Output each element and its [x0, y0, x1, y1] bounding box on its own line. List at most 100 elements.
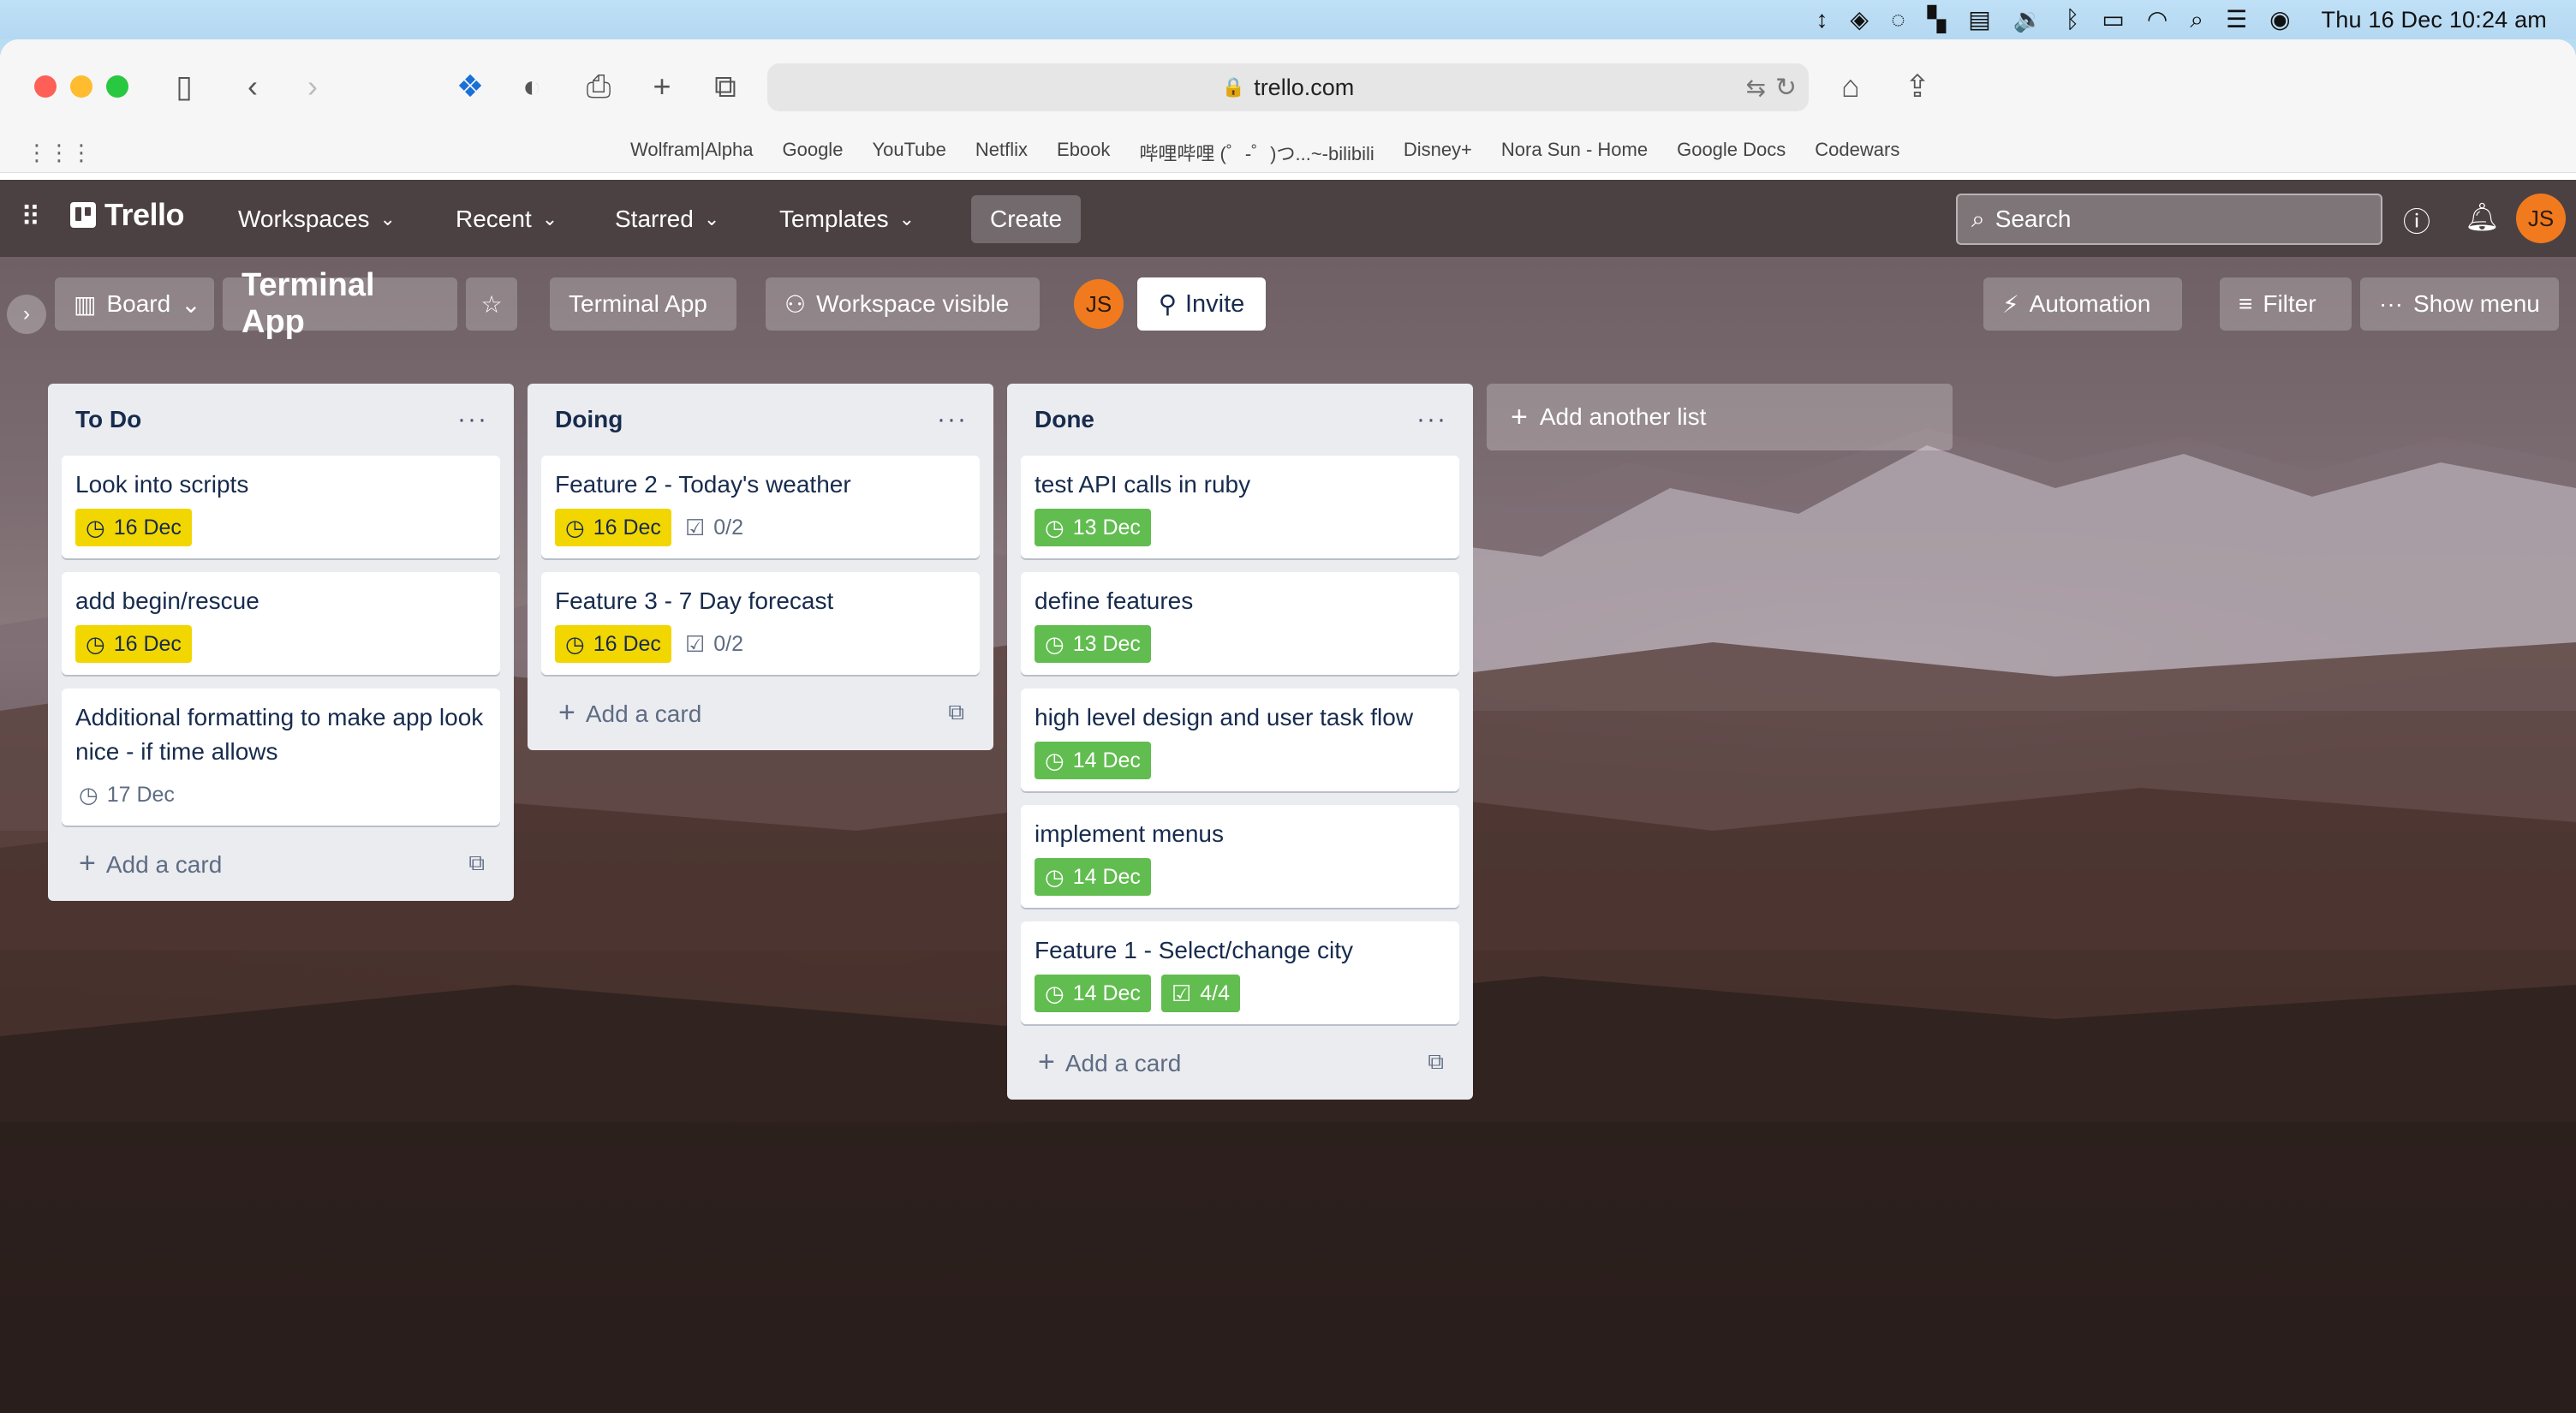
card[interactable]: implement menus ◷ 14 Dec [1021, 805, 1459, 908]
due-date-badge[interactable]: ◷ 17 Dec [75, 776, 185, 814]
list-title[interactable]: Done [1035, 406, 1094, 433]
bookmark-item[interactable]: Nora Sun - Home [1501, 139, 1648, 166]
siri-icon[interactable]: ◉ [2269, 8, 2290, 32]
due-date-badge[interactable]: ◷ 16 Dec [555, 625, 671, 663]
due-date-badge[interactable]: ◷ 13 Dec [1035, 625, 1151, 663]
nav-workspaces[interactable]: Workspaces ⌄ [238, 200, 396, 238]
arrows-updown-icon[interactable]: ↕ [1816, 8, 1828, 32]
due-date-text: 14 Dec [1072, 981, 1141, 1005]
nav-recent[interactable]: Recent ⌄ [456, 200, 558, 238]
zoom-window-button[interactable] [106, 75, 128, 98]
bookmark-item[interactable]: Wolfram|Alpha [630, 139, 753, 166]
list-to-do[interactable]: To Do ··· Look into scripts ◷ 16 Dec add begi… [48, 384, 514, 901]
info-icon[interactable]: ⓘ [2403, 200, 2430, 240]
spotlight-icon[interactable]: ⌕ [2190, 8, 2203, 32]
flag-icon[interactable]: ▤ [1968, 8, 1990, 32]
bookmark-item[interactable]: Netflix [975, 139, 1028, 166]
due-date-badge[interactable]: ◷ 16 Dec [75, 625, 192, 663]
card[interactable]: define features ◷ 13 Dec [1021, 572, 1459, 675]
filter-button[interactable]: ≡ Filter [2220, 277, 2352, 331]
add-another-list-button[interactable]: + Add another list [1487, 384, 1953, 450]
due-date-badge[interactable]: ◷ 16 Dec [75, 509, 192, 546]
visibility-button[interactable]: ⚇ Workspace visible [766, 277, 1040, 331]
list-done[interactable]: Done ··· test API calls in ruby ◷ 13 Dec defi… [1007, 384, 1473, 1100]
home-icon[interactable]: ⌂ [1828, 63, 1874, 110]
tab-overview-icon[interactable]: ⧉ [702, 63, 748, 110]
minimize-window-button[interactable] [70, 75, 92, 98]
card-template-icon[interactable]: ⧉ [1428, 1048, 1444, 1076]
bookmark-item[interactable]: Ebook [1057, 139, 1110, 166]
card[interactable]: Additional formatting to make app look n… [62, 689, 500, 826]
list-menu-icon[interactable]: ··· [457, 405, 488, 434]
reload-icon[interactable]: ↻ [1775, 73, 1797, 103]
card[interactable]: Feature 2 - Today's weather ◷ 16 Dec ☑ 0/2 [541, 456, 980, 558]
list-menu-icon[interactable]: ··· [937, 405, 968, 434]
star-board-button[interactable]: ☆ [466, 277, 517, 331]
invite-button[interactable]: ⚲ Invite [1137, 277, 1266, 331]
trello-logo[interactable]: Trello [70, 197, 185, 233]
bookmark-item[interactable]: Codewars [1815, 139, 1899, 166]
add-card-button[interactable]: + Add a card ⧉ [1021, 1038, 1459, 1086]
forward-icon[interactable]: › [289, 63, 336, 110]
bell-icon[interactable]: 🔔︎ [2465, 200, 2500, 233]
share-icon[interactable]: ⇪ [1894, 63, 1941, 110]
due-date-badge[interactable]: ◷ 13 Dec [1035, 509, 1151, 546]
workspace-button[interactable]: Terminal App [550, 277, 736, 331]
card[interactable]: test API calls in ruby ◷ 13 Dec [1021, 456, 1459, 558]
spinner-icon[interactable]: ◌ [1891, 8, 1905, 32]
due-date-badge[interactable]: ◷ 14 Dec [1035, 858, 1151, 896]
create-button[interactable]: Create [971, 195, 1081, 243]
board-view-switcher[interactable]: ▥ Board ⌄ [55, 277, 214, 331]
card[interactable]: add begin/rescue ◷ 16 Dec [62, 572, 500, 675]
bookmark-item[interactable]: Disney+ [1404, 139, 1472, 166]
control-center-icon[interactable]: ☰ [2226, 8, 2247, 32]
translate-icon[interactable]: ⇆ [1746, 74, 1766, 102]
card[interactable]: high level design and user task flow ◷ 14 … [1021, 689, 1459, 791]
due-date-badge[interactable]: ◷ 14 Dec [1035, 975, 1151, 1012]
list-title[interactable]: To Do [75, 406, 141, 433]
user-avatar[interactable]: JS [2516, 194, 2566, 243]
nav-templates[interactable]: Templates ⌄ [779, 200, 915, 238]
layout-icon[interactable]: ▚ [1928, 8, 1947, 32]
list-menu-icon[interactable]: ··· [1416, 405, 1447, 434]
sidebar-toggle-icon[interactable]: ▯ [161, 63, 207, 110]
dropbox-icon[interactable]: ◈ [1851, 8, 1869, 32]
bookmark-item[interactable]: 哔哩哔哩 (゜-゜)つ...~-bilibili [1139, 139, 1374, 166]
menubar-clock[interactable]: Thu 16 Dec 10:24 am [2322, 7, 2547, 33]
extension-icon[interactable]: ❖ [447, 63, 493, 110]
app-switcher-icon[interactable]: ⠿ [21, 200, 40, 233]
automation-button[interactable]: ⚡︎ Automation [1983, 277, 2182, 331]
privacy-shield-icon[interactable]: ◐ [509, 63, 555, 110]
bookmark-item[interactable]: Google [782, 139, 843, 166]
search-input[interactable]: ⌕ Search [1956, 194, 2382, 245]
card[interactable]: Look into scripts ◷ 16 Dec [62, 456, 500, 558]
filter-icon: ≡ [2239, 290, 2253, 317]
card[interactable]: Feature 1 - Select/change city ◷ 14 Dec ☑ 4/… [1021, 921, 1459, 1024]
print-icon[interactable]: ⎙ [575, 63, 622, 110]
address-bar[interactable]: 🔒 trello.com ⇆ ↻ [767, 63, 1809, 111]
bluetooth-icon[interactable]: ᛒ [2066, 8, 2080, 32]
card-template-icon[interactable]: ⧉ [468, 850, 485, 877]
show-menu-button[interactable]: ··· Show menu [2360, 277, 2559, 331]
card[interactable]: Feature 3 - 7 Day forecast ◷ 16 Dec ☑ 0/2 [541, 572, 980, 675]
new-tab-icon[interactable]: + [639, 63, 685, 110]
due-date-badge[interactable]: ◷ 14 Dec [1035, 742, 1151, 779]
close-window-button[interactable] [34, 75, 57, 98]
battery-icon[interactable]: ▭ [2102, 8, 2124, 32]
card-template-icon[interactable]: ⧉ [948, 699, 964, 726]
due-date-badge[interactable]: ◷ 16 Dec [555, 509, 671, 546]
list-doing[interactable]: Doing ··· Feature 2 - Today's weather ◷ 16 D… [528, 384, 993, 750]
back-icon[interactable]: ‹ [230, 63, 276, 110]
volume-icon[interactable]: 🔉 [2013, 8, 2043, 32]
board-title[interactable]: Terminal App [223, 267, 457, 340]
nav-starred[interactable]: Starred ⌄ [615, 200, 719, 238]
list-title[interactable]: Doing [555, 406, 623, 433]
add-card-button[interactable]: + Add a card ⧉ [62, 839, 500, 887]
bookmark-item[interactable]: YouTube [872, 139, 945, 166]
member-avatar[interactable]: JS [1074, 279, 1124, 329]
bookmark-item[interactable]: Google Docs [1677, 139, 1786, 166]
grid-icon[interactable]: ⋮⋮⋮ [26, 140, 92, 166]
add-card-button[interactable]: + Add a card ⧉ [541, 689, 980, 736]
wifi-icon[interactable]: ◠ [2147, 8, 2168, 32]
expand-sidebar-icon[interactable]: › [7, 295, 46, 334]
